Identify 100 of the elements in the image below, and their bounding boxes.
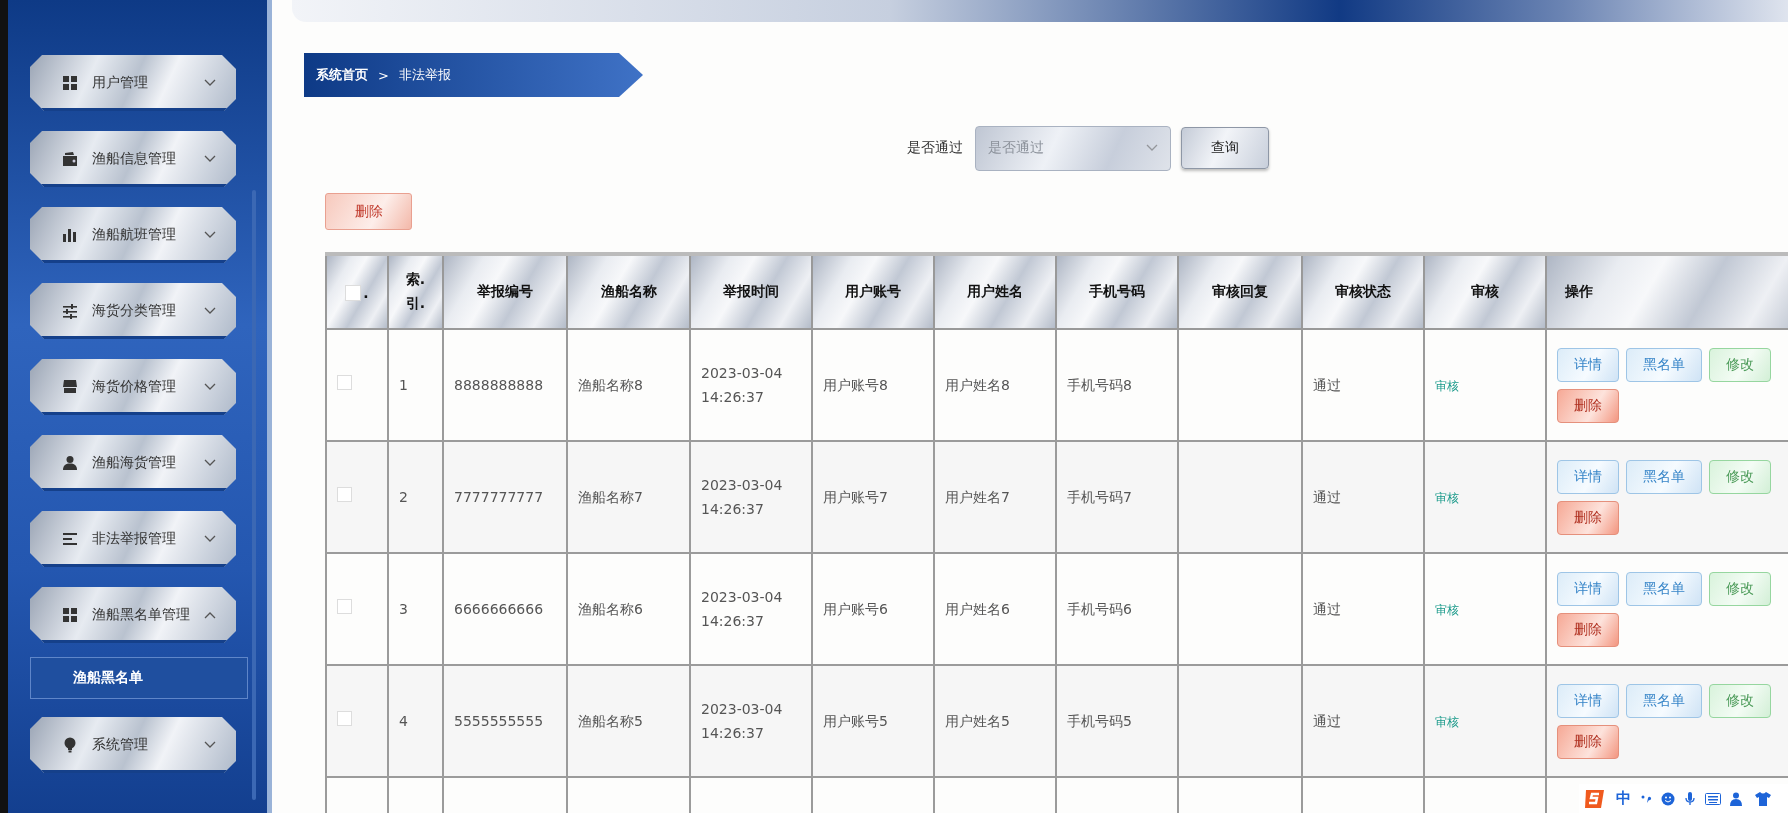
table-cell: 7777777777: [443, 441, 567, 553]
table-cell: 手机号码5: [1056, 665, 1178, 777]
table-cell: 2023-03-04 14:26:37: [690, 441, 812, 553]
menu-label: 渔船黑名单管理: [92, 606, 191, 624]
action-button[interactable]: 黑名单: [1626, 347, 1702, 382]
review-link[interactable]: 审核: [1435, 378, 1459, 393]
chevron-down-icon: [204, 231, 216, 239]
column-header: 审核: [1424, 254, 1546, 329]
table-cell: 2023-03-04 14:26:37: [690, 665, 812, 777]
edit-button[interactable]: 修改: [1709, 683, 1771, 718]
person-icon: [62, 455, 78, 471]
chevron-up-icon: [204, 611, 216, 619]
menu-label: 渔船航班管理: [92, 226, 177, 244]
checkbox[interactable]: [337, 486, 352, 502]
table-cell: 用户姓名7: [934, 441, 1056, 553]
checkbox[interactable]: [337, 598, 352, 614]
delete-button[interactable]: 删除: [1557, 500, 1619, 535]
microphone-icon[interactable]: [1684, 791, 1696, 806]
column-header: 审核回复: [1178, 254, 1302, 329]
column-header: 举报编号: [443, 254, 567, 329]
bar-chart-icon: [62, 227, 78, 243]
table-cell: 用户账号5: [812, 665, 934, 777]
shop-icon: [62, 379, 78, 395]
delete-button[interactable]: 删除: [325, 193, 412, 230]
column-header: .: [363, 284, 369, 301]
edit-button[interactable]: 修改: [1709, 459, 1771, 494]
checkbox[interactable]: [337, 374, 352, 390]
table-cell: 5555555555: [443, 665, 567, 777]
chevron-down-icon: [204, 307, 216, 315]
wallet-icon: [62, 151, 78, 167]
review-link[interactable]: 审核: [1435, 602, 1459, 617]
delete-button[interactable]: 删除: [1557, 388, 1619, 423]
sliders-icon: [62, 303, 78, 319]
review-link[interactable]: 审核: [1435, 490, 1459, 505]
keyboard-icon[interactable]: [1705, 792, 1721, 805]
chevron-down-icon: [204, 155, 216, 163]
column-header: 操作: [1546, 254, 1788, 329]
action-button[interactable]: 详情: [1557, 459, 1619, 494]
column-header: 举报时间: [690, 254, 812, 329]
action-button[interactable]: 详情: [1557, 347, 1619, 382]
table-cell: 渔船名称5: [567, 665, 690, 777]
column-header: 手机号码: [1056, 254, 1178, 329]
query-button[interactable]: 查询: [1181, 127, 1269, 169]
filter-label: 是否通过: [907, 139, 963, 157]
shirt-icon[interactable]: [1755, 791, 1771, 806]
table-cell: 用户姓名5: [934, 665, 1056, 777]
submenu-item[interactable]: 渔船黑名单: [30, 657, 248, 699]
checkbox[interactable]: [345, 284, 362, 301]
edit-button[interactable]: 修改: [1709, 347, 1771, 382]
menu-item[interactable]: 系统管理: [30, 717, 236, 773]
action-button[interactable]: 黑名单: [1626, 683, 1702, 718]
ime-logo-icon[interactable]: [1583, 787, 1607, 810]
select-field[interactable]: 是否通过: [975, 125, 1171, 171]
review-link[interactable]: 审核: [1435, 714, 1459, 729]
menu-item[interactable]: 非法举报管理: [30, 511, 236, 567]
bulb-icon: [62, 737, 78, 753]
table-cell: 渔船名称7: [567, 441, 690, 553]
chevron-down-icon: [204, 79, 216, 87]
table-cell: 2: [388, 441, 443, 553]
checkbox[interactable]: [337, 710, 352, 726]
column-header: 用户姓名: [934, 254, 1056, 329]
menu-label: 海货价格管理: [92, 378, 177, 396]
table-cell: 4: [388, 665, 443, 777]
table-cell: 手机号码7: [1056, 441, 1178, 553]
grid-icon: [62, 607, 78, 623]
menu-label: 海货分类管理: [92, 302, 177, 320]
column-header: 索.引.: [388, 254, 443, 329]
column-header: 审核状态: [1302, 254, 1424, 329]
action-button[interactable]: 黑名单: [1626, 571, 1702, 606]
grid-icon: [62, 75, 78, 91]
column-header: 渔船名称: [567, 254, 690, 329]
menu-label: 用户管理: [92, 74, 149, 92]
action-button[interactable]: 黑名单: [1626, 459, 1702, 494]
menu-item[interactable]: 渔船信息管理: [30, 131, 236, 187]
menu-item[interactable]: 渔船航班管理: [30, 207, 236, 263]
menu-item[interactable]: 海货价格管理: [30, 359, 236, 415]
menu-label: 渔船信息管理: [92, 150, 177, 168]
ime-mode-toggle[interactable]: 中: [1616, 789, 1631, 808]
menu-item[interactable]: 渔船黑名单管理: [30, 587, 236, 643]
breadcrumb-link[interactable]: 系统首页: [316, 66, 368, 84]
action-button[interactable]: 详情: [1557, 571, 1619, 606]
breadcrumb-current: 非法举报: [398, 66, 451, 84]
emoji-icon[interactable]: [1661, 791, 1675, 806]
menu-item[interactable]: 海货分类管理: [30, 283, 236, 339]
menu-item[interactable]: 渔船海货管理: [30, 435, 236, 491]
table-cell: 用户账号7: [812, 441, 934, 553]
list-icon: [62, 531, 78, 547]
table-cell: 通过: [1302, 665, 1424, 777]
breadcrumb-separator: >: [378, 67, 389, 83]
menu-label: 系统管理: [92, 736, 149, 754]
delete-button[interactable]: 删除: [1557, 612, 1619, 647]
delete-button[interactable]: 删除: [1557, 724, 1619, 759]
menu-label: 非法举报管理: [92, 530, 177, 548]
menu-item[interactable]: 用户管理: [30, 55, 236, 111]
chevron-down-icon: [204, 741, 216, 749]
chevron-down-icon: [204, 459, 216, 467]
column-header: 用户账号: [812, 254, 934, 329]
edit-button[interactable]: 修改: [1709, 571, 1771, 606]
chevron-down-icon: [204, 535, 216, 543]
action-button[interactable]: 详情: [1557, 683, 1619, 718]
